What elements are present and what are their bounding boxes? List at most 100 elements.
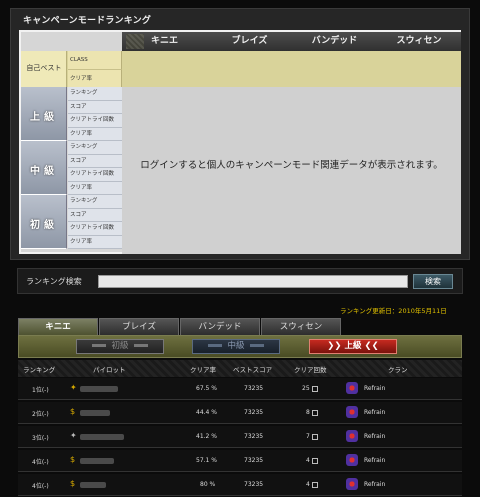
level-sub-ranking: ランキング (68, 195, 122, 209)
rank-cell: 4位(-) (32, 481, 49, 490)
search-button[interactable]: 検索 (413, 274, 453, 289)
header-clear-count: クリア回数 (294, 366, 327, 374)
header-char-bandit: バンデッド (311, 36, 358, 46)
login-message-area: ログインすると個人のキャンペーンモード関連データが表示されます。 (122, 87, 461, 254)
level-sub-try-count: クリアトライ回数 (68, 222, 122, 236)
login-message: ログインすると個人のキャンペーンモード関連データが表示されます。 (140, 160, 443, 171)
campaign-ranking-panel: キャンペーンモードランキング キニエ ブレイズ バンデッド スウィセン 自己ベス… (10, 8, 470, 260)
header-char-blaze: ブレイズ (231, 36, 268, 46)
header-clan: クラン (388, 366, 408, 374)
best-score-cell: 73235 (244, 385, 264, 392)
level-selector: 初級 中級 ❯❯ 上級 ❮❮ (18, 335, 462, 358)
advanced-level-button[interactable]: ❯❯ 上級 ❮❮ (309, 339, 397, 354)
header-ranking: ランキング (23, 366, 56, 374)
clan-name-cell[interactable]: Refrain (364, 433, 385, 440)
clear-count-value: 4 (306, 481, 310, 488)
best-score-cell: 73235 (244, 433, 264, 440)
clan-emblem-icon (346, 382, 358, 394)
personal-best-label: 自己ベスト (26, 64, 62, 72)
personal-best-clear-rate: クリア率 (68, 69, 122, 87)
intermediate-level-button[interactable]: 中級 (192, 339, 280, 354)
rank-cell: 3位(-) (32, 433, 49, 442)
pilot-name-redacted (80, 434, 124, 440)
level-sub-clear-rate: クリア率 (68, 127, 122, 141)
clear-rate-cell: 57.1 % (196, 457, 217, 464)
clear-rate-cell: 67.5 % (196, 385, 217, 392)
rank-cell: 1位(-) (32, 385, 49, 394)
beginner-label: 初級 (111, 341, 129, 351)
level-block-intermediate: 中級 ランキング スコア クリアトライ回数 クリア率 (21, 141, 122, 195)
clear-count-cell: 25 (302, 385, 318, 392)
personal-data-table: キニエ ブレイズ バンデッド スウィセン 自己ベスト CLASS クリア率 上級… (19, 30, 461, 254)
pilot-rank-icon: $ (70, 407, 76, 416)
clear-rate-cell: 44.4 % (196, 409, 217, 416)
header-char-swissen: スウィセン (396, 36, 442, 46)
personal-best-label-cell: 自己ベスト (21, 51, 67, 87)
pilot-rank-icon: ✦ (70, 383, 77, 392)
clan-name-cell[interactable]: Refrain (364, 481, 385, 488)
pilot-rank-icon: ✦ (70, 431, 77, 440)
table-row[interactable]: 3位(-) ✦ 41.2 % 73235 7 Refrain (18, 426, 462, 448)
level-sub-score: スコア (68, 208, 122, 222)
rank-value: 1位 (32, 387, 42, 394)
level-name-label: 中級 (30, 166, 58, 177)
pilot-name-redacted (80, 386, 118, 392)
level-sub-try-count: クリアトライ回数 (68, 114, 122, 128)
clan-emblem-icon (346, 430, 358, 442)
rank-value: 4位 (32, 459, 42, 466)
search-input[interactable] (98, 275, 408, 288)
tab-blaze[interactable]: ブレイズ (99, 318, 179, 335)
rank-value: 2位 (32, 411, 42, 418)
rank-cell: 4位(-) (32, 457, 49, 466)
rank-value: 3位 (32, 435, 42, 442)
rank-change: (-) (41, 387, 49, 394)
clan-emblem-icon (346, 406, 358, 418)
clear-count-value: 4 (306, 457, 310, 464)
header-clear-rate: クリア率 (190, 366, 216, 374)
tab-kinie[interactable]: キニエ (18, 318, 98, 335)
personal-best-class: CLASS (68, 51, 122, 69)
count-box-icon (311, 409, 318, 416)
pilot-name-redacted (80, 410, 110, 416)
rank-change: (-) (41, 435, 49, 442)
tab-bandit[interactable]: バンデッド (180, 318, 260, 335)
rank-change: (-) (41, 459, 49, 466)
bar-right-icon (249, 344, 264, 347)
clan-name-cell[interactable]: Refrain (364, 385, 385, 392)
best-score-cell: 73235 (244, 457, 264, 464)
best-score-cell: 73235 (244, 481, 264, 488)
bar-left-icon (92, 344, 107, 347)
chevron-right-icon: ❯❯ (327, 341, 342, 351)
character-header: キニエ ブレイズ バンデッド スウィセン (122, 32, 461, 51)
table-row[interactable]: 4位(-) $ 80 % 73235 4 Refrain (18, 474, 462, 496)
count-box-icon (311, 457, 318, 464)
ranking-table-header: ランキング パイロット クリア率 ベストスコア クリア回数 クラン (18, 360, 462, 377)
table-row[interactable]: 2位(-) $ 44.4 % 73235 8 Refrain (18, 402, 462, 424)
level-block-advanced: 上級 ランキング スコア クリアトライ回数 クリア率 (21, 87, 122, 141)
count-box-icon (311, 481, 318, 488)
table-row[interactable]: 1位(-) ✦ 67.5 % 73235 25 Refrain (18, 378, 462, 400)
clan-emblem-icon (346, 454, 358, 466)
level-sub-ranking: ランキング (68, 141, 122, 155)
clan-name-cell[interactable]: Refrain (364, 457, 385, 464)
rank-change: (-) (41, 483, 49, 490)
panel-title: キャンペーンモードランキング (23, 16, 152, 26)
header-best-score: ベストスコア (233, 366, 273, 374)
level-name-advanced: 上級 (21, 87, 67, 141)
pilot-rank-icon: $ (70, 455, 76, 464)
rank-cell: 2位(-) (32, 409, 49, 418)
clear-count-cell: 8 (306, 409, 318, 416)
level-block-beginner: 初級 ランキング スコア クリアトライ回数 クリア率 (21, 195, 122, 249)
header-pilot: パイロット (93, 366, 126, 374)
bar-left-icon (208, 344, 223, 347)
clear-count-value: 8 (306, 409, 310, 416)
search-label: ランキング検索 (26, 277, 82, 286)
rank-change: (-) (41, 411, 49, 418)
beginner-level-button[interactable]: 初級 (76, 339, 164, 354)
clan-name-cell[interactable]: Refrain (364, 409, 385, 416)
clear-count-cell: 4 (306, 457, 318, 464)
level-name-beginner: 初級 (21, 195, 67, 249)
bar-right-icon (133, 344, 148, 347)
tab-swissen[interactable]: スウィセン (261, 318, 341, 335)
table-row[interactable]: 4位(-) $ 57.1 % 73235 4 Refrain (18, 450, 462, 472)
